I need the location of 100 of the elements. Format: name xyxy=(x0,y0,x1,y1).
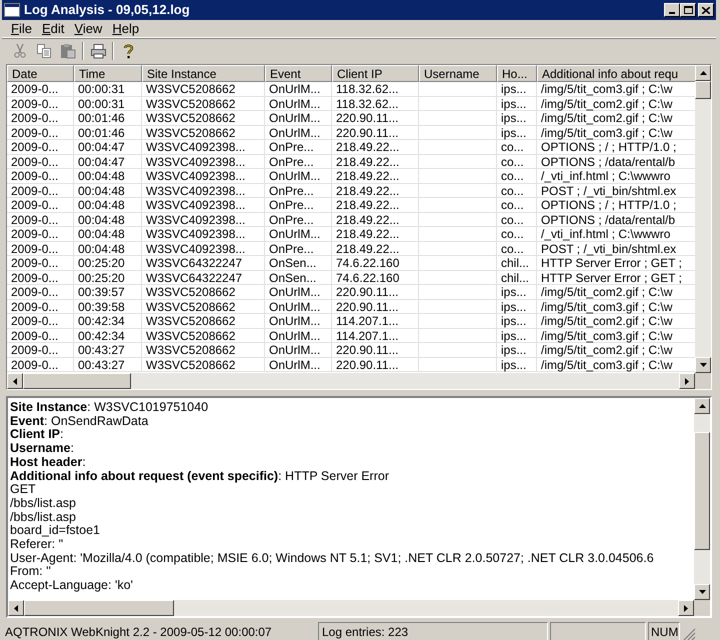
table-cell: W3SVC64322247 xyxy=(142,256,265,270)
table-cell: 00:00:31 xyxy=(74,82,142,96)
table-cell: co... xyxy=(497,154,537,169)
table-cell: W3SVC5208662 xyxy=(142,285,265,300)
table-cell: co... xyxy=(497,140,537,154)
status-panel: Log entries: 223 xyxy=(318,622,548,640)
table-cell: 218.49.22... xyxy=(332,169,419,184)
table-cell: 00:25:20 xyxy=(74,270,142,285)
scroll-thumb[interactable] xyxy=(695,81,711,99)
right-arrow-icon xyxy=(685,378,689,384)
table-cell: ips... xyxy=(497,300,537,314)
table-cell: chil... xyxy=(497,270,537,285)
table-cell: 00:39:57 xyxy=(74,285,142,300)
table-cell: 00:04:47 xyxy=(74,140,142,154)
scroll-left-button[interactable] xyxy=(8,600,24,616)
column-header[interactable]: Event xyxy=(265,65,332,82)
scroll-up-button[interactable] xyxy=(695,65,711,81)
table-cell: ips... xyxy=(497,358,537,372)
column-header[interactable]: Username xyxy=(419,65,497,82)
scroll-down-button[interactable] xyxy=(694,584,710,600)
table-cell: 2009-0... xyxy=(7,82,74,96)
table-cell: 2009-0... xyxy=(7,256,74,270)
maximize-icon xyxy=(684,6,692,14)
table-cell: OnUrlM... xyxy=(265,96,332,111)
status-panel: NUM xyxy=(648,622,680,640)
table-cell: co... xyxy=(497,169,537,184)
status-text: AQTRONIX WebKnight 2.2 - 2009-05-12 00:00:07 xyxy=(4,624,273,640)
table-cell: 2009-0... xyxy=(7,328,74,343)
scroll-thumb[interactable] xyxy=(23,373,131,389)
detail-line: From: '' xyxy=(10,565,51,580)
menu-item[interactable]: Help xyxy=(112,18,140,38)
table-cell: OnUrlM... xyxy=(265,358,332,372)
scroll-left-button[interactable] xyxy=(7,373,23,389)
table-cell: 220.90.11... xyxy=(332,111,419,126)
table-cell: 2009-0... xyxy=(7,285,74,300)
detail-line: Event: OnSendRawData xyxy=(10,414,148,428)
table-cell: 2009-0... xyxy=(7,358,74,372)
table-cell: 2009-0... xyxy=(7,227,74,242)
table-cell: 2009-0... xyxy=(7,198,74,212)
table-cell: OnSen... xyxy=(265,256,332,270)
horizontal-scrollbar[interactable] xyxy=(8,600,710,616)
table-cell: OnPre... xyxy=(265,184,332,198)
table-cell: 00:42:34 xyxy=(74,328,142,343)
table-cell: W3SVC4092398... xyxy=(142,198,265,212)
clipboard-icon xyxy=(60,42,76,58)
column-header[interactable]: Ho... xyxy=(497,65,537,82)
table-cell: 2009-0... xyxy=(7,314,74,328)
table-cell: 218.49.22... xyxy=(332,140,419,154)
table-cell: W3SVC4092398... xyxy=(142,212,265,227)
scroll-up-button[interactable] xyxy=(694,398,710,414)
column-header[interactable]: Time xyxy=(74,65,142,82)
table-cell: ips... xyxy=(497,328,537,343)
table-cell: 00:04:48 xyxy=(74,227,142,242)
table-cell: W3SVC5208662 xyxy=(142,314,265,328)
table-cell: 00:39:58 xyxy=(74,300,142,314)
table-cell: 74.6.22.160 xyxy=(332,270,419,285)
table-cell: 220.90.11... xyxy=(332,126,419,140)
table-cell: 00:43:27 xyxy=(74,343,142,358)
table-cell: 2009-0... xyxy=(7,300,74,314)
table-cell: OnUrlM... xyxy=(265,328,332,343)
close-button[interactable] xyxy=(698,3,714,17)
table-cell: 00:04:48 xyxy=(74,198,142,212)
table-cell: 00:04:48 xyxy=(74,242,142,256)
table-cell: 00:04:48 xyxy=(74,184,142,198)
column-header[interactable]: Additional info about requ xyxy=(537,65,698,82)
table-cell: W3SVC5208662 xyxy=(142,111,265,126)
menu-item[interactable]: File xyxy=(11,18,32,38)
vertical-scrollbar[interactable] xyxy=(694,398,710,600)
table-cell: ips... xyxy=(497,343,537,358)
table-cell: OnUrlM... xyxy=(265,314,332,328)
close-icon xyxy=(702,6,710,14)
table-cell: OnPre... xyxy=(265,212,332,227)
table-cell: W3SVC4092398... xyxy=(142,154,265,169)
menu-item[interactable]: Edit xyxy=(42,18,64,38)
detail-line: Host header: xyxy=(10,456,86,470)
table-cell: 218.49.22... xyxy=(332,212,419,227)
scroll-right-button[interactable] xyxy=(679,373,695,389)
column-header[interactable]: Site Instance xyxy=(142,65,265,82)
scroll-thumb[interactable] xyxy=(24,600,174,616)
minimize-button[interactable] xyxy=(664,3,680,17)
right-arrow-icon xyxy=(684,604,688,612)
column-header[interactable]: Client IP xyxy=(332,65,419,82)
table-cell: OnUrlM... xyxy=(265,300,332,314)
menu-item[interactable]: View xyxy=(74,18,102,38)
table-cell: OnUrlM... xyxy=(265,169,332,184)
table-cell: W3SVC5208662 xyxy=(142,358,265,372)
vertical-scrollbar[interactable] xyxy=(695,65,711,373)
scroll-thumb[interactable] xyxy=(694,432,710,550)
table-cell: W3SVC4092398... xyxy=(142,227,265,242)
scroll-right-button[interactable] xyxy=(678,600,694,616)
table-cell: W3SVC64322247 xyxy=(142,270,265,285)
resize-grip-icon[interactable] xyxy=(682,627,696,640)
table-cell: 2009-0... xyxy=(7,154,74,169)
scroll-down-button[interactable] xyxy=(695,357,711,373)
table-cell: 2009-0... xyxy=(7,126,74,140)
detail-line: /bbs/list.asp xyxy=(10,510,76,524)
table-cell: 118.32.62... xyxy=(332,82,419,96)
maximize-button[interactable] xyxy=(680,3,696,17)
column-header[interactable]: Date xyxy=(7,65,74,82)
horizontal-scrollbar[interactable] xyxy=(7,373,711,389)
